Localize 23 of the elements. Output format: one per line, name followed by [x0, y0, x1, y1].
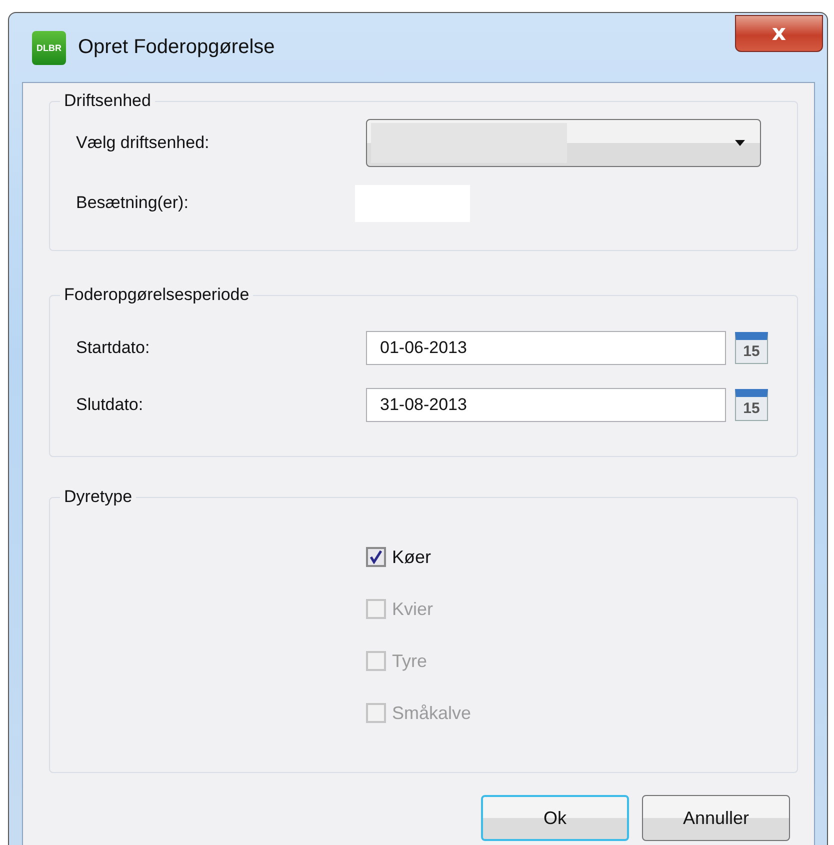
field-label: Vælg driftsenhed:	[76, 133, 210, 153]
field-label: Besætning(er):	[76, 193, 190, 213]
checkbox-label: Småkalve	[392, 702, 472, 724]
group-title: Dyretype	[63, 487, 134, 507]
checkbox-label: Køer	[392, 546, 432, 568]
app-logo-icon: DLBR	[32, 30, 66, 64]
caret-icon	[734, 139, 746, 147]
window-title: Opret Foderopgørelse	[78, 36, 275, 59]
checkbox-label: Tyre	[392, 650, 428, 672]
group-title: Driftsenhed	[63, 91, 152, 111]
dropdown[interactable]	[366, 119, 761, 167]
dialog-button[interactable]: Annuller	[642, 795, 790, 841]
field-label: Startdato:	[76, 338, 151, 358]
calendar-icon[interactable]: 15	[735, 332, 768, 364]
checkbox-label: Kvier	[392, 598, 434, 620]
dialog-button[interactable]: Ok	[481, 795, 629, 841]
field-label: Slutdato:	[76, 394, 144, 414]
close-button[interactable]: x	[735, 15, 823, 52]
date-field[interactable]: 31-08-2013	[366, 388, 726, 422]
calendar-icon[interactable]: 15	[735, 388, 768, 420]
checkbox[interactable]	[366, 547, 386, 567]
group-title: Foderopgørelsesperiode	[63, 285, 250, 305]
date-field[interactable]: 01-06-2013	[366, 330, 726, 364]
